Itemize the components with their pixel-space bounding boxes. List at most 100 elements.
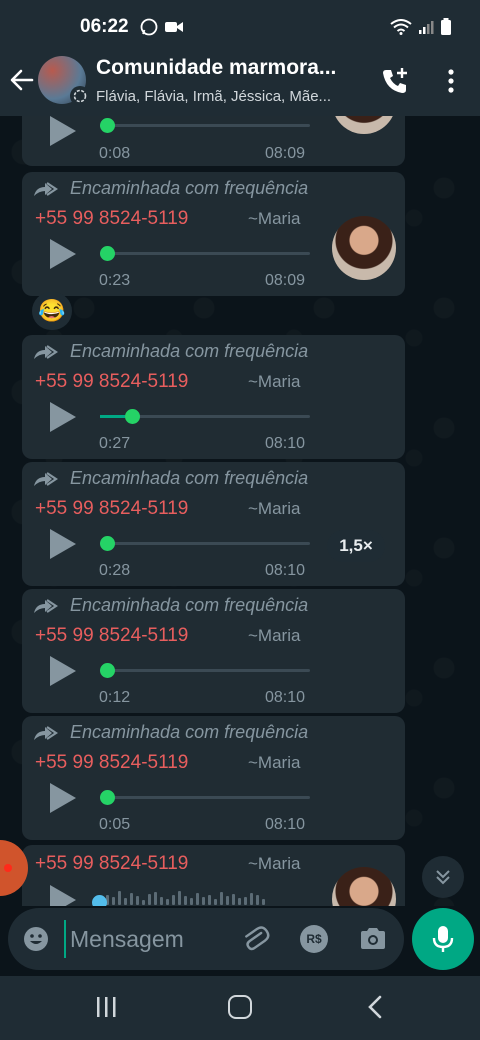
chat-messages[interactable]: 0:08 08:09 Encaminhada com frequência +5… (0, 116, 480, 906)
waveform-bar (160, 897, 163, 905)
forwarded-icon (34, 471, 58, 486)
play-icon[interactable] (50, 783, 76, 813)
waveform-bar (130, 893, 133, 905)
message-time: 08:10 (265, 689, 306, 706)
play-icon[interactable] (50, 116, 76, 146)
payment-button[interactable]: R$ (300, 925, 328, 953)
home-icon[interactable] (228, 995, 252, 1019)
voice-duration: 0:08 (99, 145, 131, 162)
waveform-bar (232, 894, 235, 905)
message-reaction[interactable]: 😂 (32, 292, 72, 330)
waveform-bar (202, 897, 205, 905)
waveform-bar (148, 894, 151, 905)
message-time: 08:10 (265, 562, 306, 579)
microphone-icon (432, 926, 454, 952)
sender-pushname: ~Maria (248, 626, 301, 645)
double-chevron-down-icon (436, 870, 450, 885)
sender-pushname: ~Maria (248, 209, 301, 228)
waveform-bar (118, 891, 121, 905)
sender-pushname: ~Maria (248, 372, 301, 391)
voice-progress-track[interactable] (100, 409, 310, 424)
voice-duration: 0:12 (99, 689, 131, 706)
voice-message[interactable]: Encaminhada com frequência +55 99 8524-5… (22, 589, 405, 713)
attach-icon[interactable] (240, 924, 270, 954)
message-time: 08:09 (265, 145, 306, 162)
sender-phone[interactable]: +55 99 8524-5119 (35, 625, 188, 647)
voice-progress-knob[interactable] (92, 895, 107, 906)
waveform-bar (154, 892, 157, 905)
voice-duration: 0:23 (99, 272, 131, 289)
system-back-icon[interactable] (366, 995, 384, 1019)
voice-message[interactable]: Encaminhada com frequência +55 99 8524-5… (22, 462, 405, 586)
voice-progress-track[interactable] (100, 118, 310, 133)
camera-icon[interactable] (358, 924, 388, 954)
voice-message[interactable]: Encaminhada com frequência +55 99 8524-5… (22, 172, 405, 296)
forwarded-label: Encaminhada com frequência (32, 341, 308, 362)
voice-progress-track[interactable] (100, 246, 310, 261)
emoji-icon[interactable] (22, 925, 50, 953)
recent-apps-icon[interactable] (94, 996, 118, 1018)
voice-progress-track[interactable] (100, 536, 310, 551)
chat-header: Comunidade marmora... Flávia, Flávia, Ir… (0, 44, 480, 116)
sender-avatar (332, 116, 396, 134)
video-notification-icon (165, 22, 183, 32)
play-icon[interactable] (50, 885, 76, 906)
sender-pushname: ~Maria (248, 753, 301, 772)
sender-phone[interactable]: +55 99 8524-5119 (35, 853, 188, 875)
forwarded-icon (34, 181, 58, 196)
status-time: 06:22 (80, 16, 129, 37)
waveform-bar (124, 898, 127, 905)
forwarded-label: Encaminhada com frequência (32, 178, 308, 199)
add-call-icon[interactable] (380, 66, 410, 96)
waveform-bar (208, 895, 211, 905)
forwarded-label: Encaminhada com frequência (32, 595, 308, 616)
voice-progress-knob[interactable] (100, 536, 115, 551)
message-time: 08:10 (265, 435, 306, 452)
play-icon[interactable] (50, 239, 76, 269)
voice-message[interactable]: 0:08 08:09 (22, 116, 405, 166)
voice-progress-knob[interactable] (125, 409, 141, 424)
chat-title[interactable]: Comunidade marmora... (96, 56, 356, 80)
community-icon (70, 86, 90, 106)
waveform-bar (214, 899, 217, 905)
waveform-bar (136, 896, 139, 905)
sender-phone[interactable]: +55 99 8524-5119 (35, 752, 188, 774)
sender-phone[interactable]: +55 99 8524-5119 (35, 371, 188, 393)
message-input[interactable] (64, 920, 234, 958)
back-arrow-icon[interactable] (8, 66, 36, 94)
play-icon[interactable] (50, 656, 76, 686)
wifi-icon (390, 19, 412, 35)
voice-progress-track[interactable] (100, 790, 310, 805)
voice-progress-knob[interactable] (100, 663, 115, 678)
play-icon[interactable] (50, 402, 76, 432)
voice-message[interactable]: +55 99 8524-5119 ~Maria (22, 845, 405, 906)
voice-progress-knob[interactable] (100, 790, 115, 805)
voice-progress-knob[interactable] (100, 118, 115, 133)
voice-progress-track[interactable] (100, 663, 310, 678)
waveform-bar (172, 895, 175, 905)
sender-phone[interactable]: +55 99 8524-5119 (35, 498, 188, 520)
waveform-bar (178, 891, 181, 905)
scroll-to-bottom-button[interactable] (422, 856, 464, 898)
voice-message[interactable]: Encaminhada com frequência +55 99 8524-5… (22, 716, 405, 840)
voice-record-button[interactable] (412, 908, 474, 970)
group-avatar[interactable] (38, 56, 90, 106)
voice-message[interactable]: Encaminhada com frequência +55 99 8524-5… (22, 335, 405, 459)
message-time: 08:10 (265, 816, 306, 833)
voice-waveform (100, 889, 265, 905)
voice-duration: 0:05 (99, 816, 131, 833)
waveform-bar (166, 899, 169, 905)
sender-pushname: ~Maria (248, 854, 301, 873)
sender-phone[interactable]: +55 99 8524-5119 (35, 208, 188, 230)
play-icon[interactable] (50, 529, 76, 559)
message-time: 08:09 (265, 272, 306, 289)
more-options-icon[interactable] (440, 68, 462, 94)
waveform-bar (256, 895, 259, 905)
waveform-bar (190, 898, 193, 905)
playback-speed-button[interactable]: 1,5× (327, 530, 385, 562)
forwarded-icon (34, 344, 58, 359)
voice-progress-knob[interactable] (100, 246, 115, 261)
message-composer: R$ (8, 908, 404, 970)
sender-pushname: ~Maria (248, 499, 301, 518)
chat-participants[interactable]: Flávia, Flávia, Irmã, Jéssica, Mãe... (96, 88, 360, 105)
